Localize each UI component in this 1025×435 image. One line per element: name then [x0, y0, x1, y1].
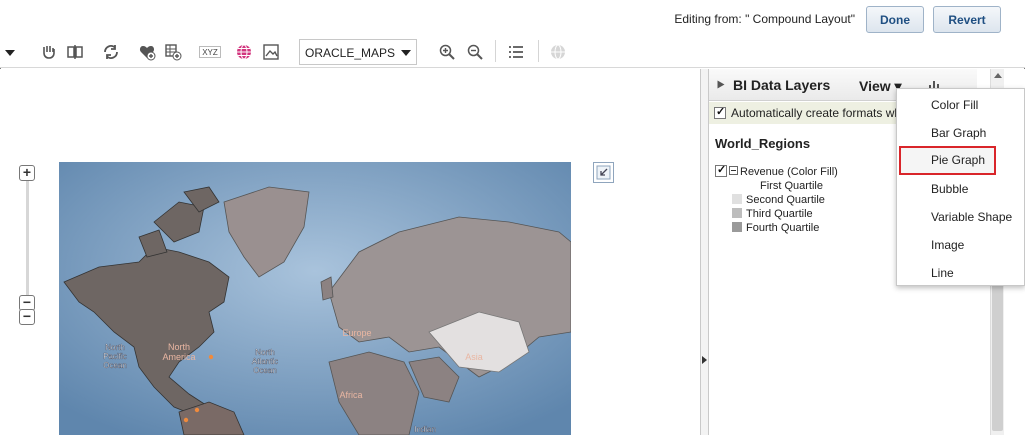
- legend-item: Fourth Quartile: [732, 222, 819, 234]
- zoom-slider-track[interactable]: [26, 179, 29, 307]
- panel-splitter[interactable]: [700, 69, 709, 435]
- svg-text:America: America: [162, 352, 195, 362]
- menu-item-variable-shape[interactable]: Variable Shape: [897, 203, 1025, 229]
- map-label-north-atlantic: North: [255, 348, 275, 357]
- menu-item-bubble[interactable]: Bubble: [897, 175, 1025, 201]
- collapse-minus-icon[interactable]: [729, 166, 738, 175]
- map-label-europe: Europe: [342, 328, 371, 338]
- menu-item-color-fill[interactable]: Color Fill: [897, 91, 1025, 117]
- map-label-africa: Africa: [339, 390, 362, 400]
- legend-item: Second Quartile: [732, 194, 825, 206]
- zoom-out-icon[interactable]: [466, 43, 484, 61]
- auto-create-checkbox[interactable]: [714, 105, 726, 119]
- svg-text:Pacific: Pacific: [103, 352, 127, 361]
- view-type-dropdown: Color Fill Bar Graph Pie Graph Bubble Va…: [896, 88, 1025, 286]
- map-source-select[interactable]: ORACLE_MAPS: [299, 39, 417, 65]
- revert-button[interactable]: Revert: [933, 6, 1001, 33]
- toolbar-divider: [495, 40, 496, 62]
- svg-text:Atlantic: Atlantic: [252, 357, 278, 366]
- layer-visible-checkbox[interactable]: [715, 163, 727, 177]
- legend-label: Third Quartile: [746, 208, 813, 220]
- legend-label: First Quartile: [760, 180, 823, 192]
- map-label-asia: Asia: [465, 352, 483, 362]
- list-icon[interactable]: [507, 43, 525, 61]
- map-label-north-america: North: [168, 342, 190, 352]
- globe-icon[interactable]: [235, 43, 253, 61]
- chevron-down-icon: [401, 50, 411, 56]
- menu-item-line[interactable]: Line: [897, 259, 1025, 285]
- legend-label: Fourth Quartile: [746, 222, 820, 234]
- legend-label: Second Quartile: [746, 194, 825, 206]
- world-map[interactable]: North Pacific Ocean North America North …: [59, 162, 571, 435]
- menu-item-pie-graph[interactable]: Pie Graph: [899, 146, 996, 175]
- xyz-icon[interactable]: XYZ: [199, 46, 221, 58]
- chevron-right-icon[interactable]: [702, 356, 707, 364]
- map-toolbar: XYZ ORACLE_MAPS: [0, 36, 1025, 68]
- layer-row-label: Revenue (Color Fill): [740, 166, 838, 178]
- map-view[interactable]: + − − North Pacific Ocean North America …: [0, 69, 700, 435]
- legend-swatch: [732, 222, 742, 232]
- menu-item-bar-graph[interactable]: Bar Graph: [897, 119, 1025, 145]
- editing-from-label: Editing from: " Compound Layout": [674, 12, 855, 26]
- menu-item-image[interactable]: Image: [897, 231, 1025, 257]
- legend-swatch: [746, 180, 756, 190]
- map-point[interactable]: [194, 407, 200, 413]
- pan-hand-icon[interactable]: [40, 43, 58, 61]
- chevron-down-icon[interactable]: [5, 50, 15, 56]
- image-edit-icon[interactable]: [262, 43, 280, 61]
- map-label-indian: Indian: [414, 425, 436, 434]
- split-view-icon[interactable]: [66, 43, 84, 61]
- layer-name: World_Regions: [715, 136, 811, 151]
- overview-map-toggle-button[interactable]: [593, 162, 614, 183]
- collapse-triangle-icon[interactable]: [717, 80, 725, 89]
- svg-text:Ocean: Ocean: [253, 366, 277, 375]
- zoom-in-icon[interactable]: [438, 43, 456, 61]
- map-source-value: ORACLE_MAPS: [305, 46, 396, 60]
- edit-bar: Editing from: " Compound Layout" Done Re…: [0, 0, 1025, 36]
- scrollbar-thumb[interactable]: [992, 281, 1003, 431]
- toolbar-divider: [538, 40, 539, 62]
- legend-swatch: [732, 194, 742, 204]
- map-point[interactable]: [208, 354, 214, 360]
- done-button[interactable]: Done: [866, 6, 924, 33]
- scroll-up-icon[interactable]: [994, 73, 1002, 78]
- zoom-in-button[interactable]: +: [19, 165, 35, 181]
- refresh-icon[interactable]: [102, 43, 120, 61]
- add-table-icon[interactable]: [164, 43, 182, 61]
- layer-row[interactable]: Revenue (Color Fill): [715, 163, 838, 178]
- zoom-out-button-secondary[interactable]: −: [19, 309, 35, 325]
- map-label-north-pacific: North: [105, 343, 125, 352]
- globe-disabled-icon: [549, 43, 567, 61]
- map-point[interactable]: [183, 417, 189, 423]
- panel-title: BI Data Layers: [733, 77, 831, 93]
- legend-item: First Quartile: [746, 180, 823, 192]
- legend-swatch: [732, 208, 742, 218]
- view-menu-label: View: [859, 78, 891, 94]
- svg-text:Ocean: Ocean: [103, 361, 127, 370]
- legend-item: Third Quartile: [732, 208, 813, 220]
- add-layer-icon[interactable]: [138, 43, 156, 61]
